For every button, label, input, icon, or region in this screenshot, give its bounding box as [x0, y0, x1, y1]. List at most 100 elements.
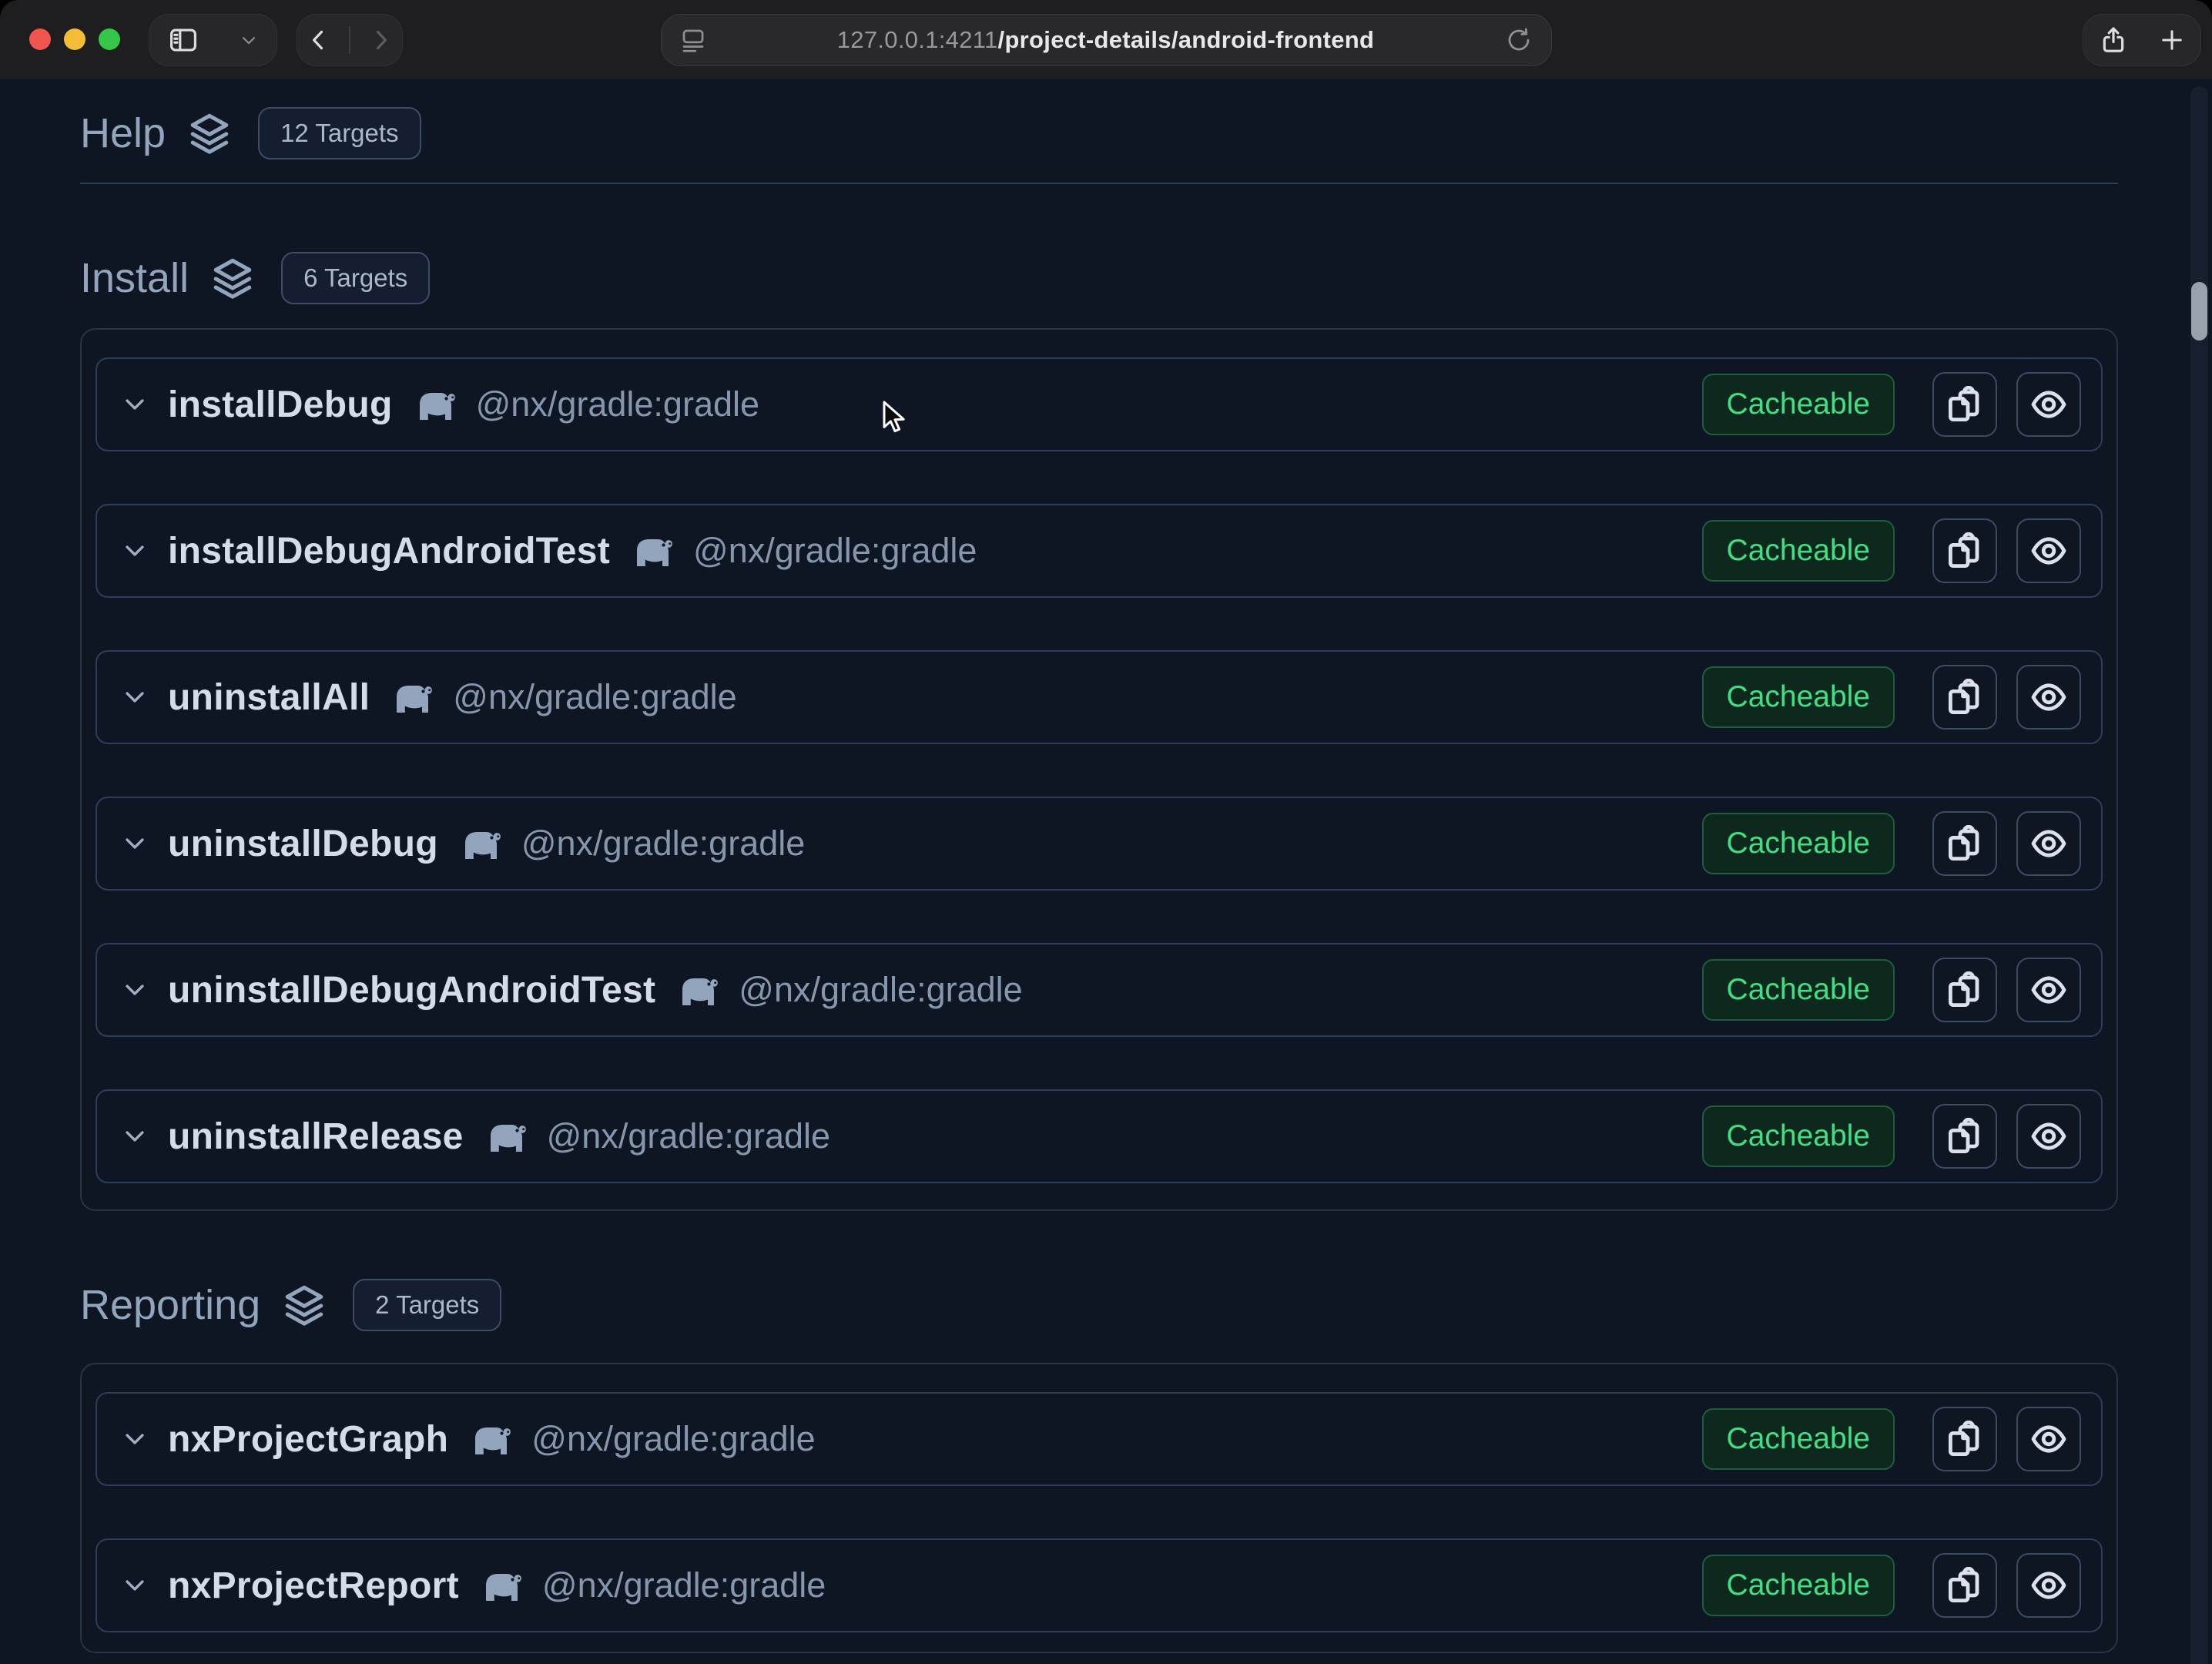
target-executor: @nx/gradle:gradle — [542, 1565, 826, 1605]
cacheable-badge: Cacheable — [1702, 520, 1895, 582]
eye-icon — [2030, 1421, 2067, 1458]
sidebar-icon[interactable] — [166, 24, 200, 56]
view-button[interactable] — [2016, 665, 2081, 730]
eye-icon — [2030, 971, 2067, 1008]
cacheable-badge: Cacheable — [1702, 1555, 1895, 1616]
zoom-window-button[interactable] — [99, 29, 120, 50]
browser-toolbar: 127.0.0.1:4211/project-details/android-f… — [0, 0, 2212, 79]
share-icon[interactable] — [2098, 25, 2129, 55]
target-group-install: installDebug @nx/gradle:gradle Cacheable — [80, 328, 2118, 1211]
gradle-elephant-icon — [633, 534, 673, 568]
gradle-elephant-icon — [416, 387, 456, 421]
eye-icon — [2030, 386, 2067, 423]
scrollbar-thumb[interactable] — [2191, 282, 2207, 341]
target-executor: @nx/gradle:gradle — [739, 970, 1022, 1010]
targets-count-badge: 12 Targets — [258, 107, 421, 159]
chevron-down-icon[interactable] — [238, 29, 260, 51]
copy-icon — [1946, 679, 1983, 716]
chevron-down-icon[interactable] — [122, 684, 148, 710]
chevron-down-icon[interactable] — [122, 830, 148, 857]
chevron-down-icon[interactable] — [122, 1572, 148, 1599]
cacheable-badge: Cacheable — [1702, 959, 1895, 1021]
gradle-elephant-icon — [393, 680, 433, 714]
target-row[interactable]: uninstallDebugAndroidTest @nx/gradle:gra… — [96, 943, 2103, 1037]
target-executor: @nx/gradle:gradle — [476, 384, 759, 424]
browser-window: 127.0.0.1:4211/project-details/android-f… — [0, 0, 2212, 1664]
copy-button[interactable] — [1932, 1104, 1997, 1169]
sidebar-toggle-group — [149, 14, 277, 66]
target-name: uninstallDebugAndroidTest — [168, 969, 655, 1011]
view-button[interactable] — [2016, 1104, 2081, 1169]
gradle-elephant-icon — [487, 1119, 527, 1153]
copy-button[interactable] — [1932, 811, 1997, 876]
target-row[interactable]: uninstallAll @nx/gradle:gradle Cacheable — [96, 650, 2103, 744]
target-name: uninstallAll — [168, 676, 370, 719]
address-bar[interactable]: 127.0.0.1:4211/project-details/android-f… — [661, 14, 1552, 66]
reload-icon[interactable] — [1505, 26, 1533, 54]
target-row[interactable]: uninstallRelease @nx/gradle:gradle Cache… — [96, 1089, 2103, 1183]
copy-button[interactable] — [1932, 958, 1997, 1022]
target-group-reporting: nxProjectGraph @nx/gradle:gradle Cacheab… — [80, 1363, 2118, 1653]
window-controls — [29, 29, 120, 50]
toolbar-right-group — [2083, 14, 2201, 66]
section-heading-help: Help 12 Targets — [80, 107, 2118, 159]
target-executor: @nx/gradle:gradle — [453, 677, 736, 717]
eye-icon — [2030, 679, 2067, 716]
target-row[interactable]: nxProjectGraph @nx/gradle:gradle Cacheab… — [96, 1392, 2103, 1486]
new-tab-icon[interactable] — [2158, 26, 2186, 54]
view-button[interactable] — [2016, 1553, 2081, 1618]
cacheable-badge: Cacheable — [1702, 374, 1895, 435]
view-button[interactable] — [2016, 1407, 2081, 1471]
mouse-cursor — [883, 401, 913, 436]
url-domain: 127.0.0.1:4211 — [837, 26, 998, 53]
chevron-down-icon[interactable] — [122, 1123, 148, 1149]
copy-button[interactable] — [1932, 1407, 1997, 1471]
target-name: uninstallRelease — [168, 1115, 464, 1158]
forward-icon[interactable] — [367, 27, 394, 53]
copy-icon — [1946, 971, 1983, 1008]
url-text: 127.0.0.1:4211/project-details/android-f… — [706, 26, 1505, 54]
target-row[interactable]: nxProjectReport @nx/gradle:gradle Cachea… — [96, 1538, 2103, 1632]
view-button[interactable] — [2016, 958, 2081, 1022]
copy-button[interactable] — [1932, 372, 1997, 437]
view-button[interactable] — [2016, 372, 2081, 437]
scrollbar-track[interactable] — [2190, 86, 2208, 1664]
project-details-page: Help 12 Targets Install 6 Targets — [0, 79, 2212, 1664]
section-divider — [80, 183, 2118, 184]
target-executor: @nx/gradle:gradle — [693, 531, 977, 571]
targets-count-badge: 6 Targets — [281, 252, 430, 304]
gradle-elephant-icon — [471, 1422, 511, 1456]
close-window-button[interactable] — [29, 29, 51, 50]
target-executor: @nx/gradle:gradle — [547, 1116, 830, 1156]
copy-icon — [1946, 825, 1983, 862]
copy-icon — [1946, 386, 1983, 423]
page-format-icon[interactable] — [680, 27, 706, 53]
target-row[interactable]: uninstallDebug @nx/gradle:gradle Cacheab… — [96, 797, 2103, 891]
eye-icon — [2030, 532, 2067, 569]
view-button[interactable] — [2016, 811, 2081, 876]
chevron-down-icon[interactable] — [122, 977, 148, 1003]
chevron-down-icon[interactable] — [122, 1426, 148, 1452]
target-row[interactable]: installDebug @nx/gradle:gradle Cacheable — [96, 357, 2103, 451]
layers-icon — [187, 111, 232, 156]
back-icon[interactable] — [306, 27, 332, 53]
chevron-down-icon[interactable] — [122, 391, 148, 418]
chevron-down-icon[interactable] — [122, 538, 148, 564]
copy-button[interactable] — [1932, 665, 1997, 730]
section-heading-reporting: Reporting 2 Targets — [80, 1279, 2118, 1331]
url-path: /project-details/android-frontend — [998, 26, 1375, 53]
gradle-elephant-icon — [679, 973, 719, 1007]
view-button[interactable] — [2016, 518, 2081, 583]
target-name: installDebug — [168, 384, 393, 426]
minimize-window-button[interactable] — [64, 29, 85, 50]
copy-icon — [1946, 1567, 1983, 1604]
layers-icon — [282, 1283, 327, 1327]
copy-button[interactable] — [1932, 518, 1997, 583]
eye-icon — [2030, 825, 2067, 862]
nav-buttons-group — [297, 14, 403, 66]
target-row[interactable]: installDebugAndroidTest @nx/gradle:gradl… — [96, 504, 2103, 598]
gradle-elephant-icon — [461, 827, 501, 861]
target-name: uninstallDebug — [168, 823, 438, 865]
target-executor: @nx/gradle:gradle — [531, 1419, 815, 1459]
copy-button[interactable] — [1932, 1553, 1997, 1618]
